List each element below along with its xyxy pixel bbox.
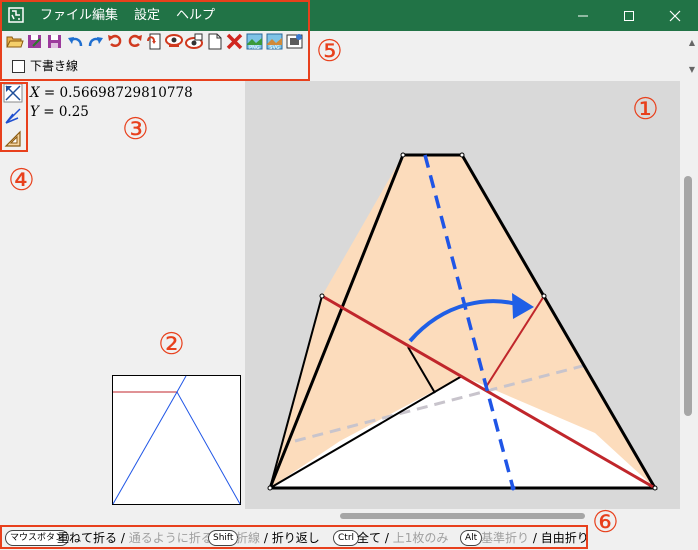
close-button[interactable] bbox=[652, 0, 698, 31]
x-value: = 0.56698729810778 bbox=[43, 85, 193, 101]
annotation-number-1: ① bbox=[632, 92, 659, 127]
origami-canvas[interactable] bbox=[245, 81, 680, 509]
toolbar-scroll-down-icon[interactable]: ▼ bbox=[689, 65, 695, 74]
vertical-scrollbar[interactable] bbox=[680, 81, 698, 509]
toolbar-scroll-up-icon[interactable]: ▲ bbox=[689, 38, 695, 47]
vertical-scroll-thumb[interactable] bbox=[684, 176, 692, 416]
maximize-button[interactable] bbox=[606, 0, 652, 31]
annotation-number-2: ② bbox=[158, 327, 185, 362]
annotation-box-6 bbox=[0, 525, 588, 549]
annotation-number-4: ④ bbox=[8, 163, 35, 198]
horizontal-scroll-thumb[interactable] bbox=[340, 513, 585, 519]
annotation-number-3: ③ bbox=[122, 112, 149, 147]
overview-map[interactable] bbox=[112, 375, 241, 505]
annotation-number-6: ⑥ bbox=[592, 505, 619, 540]
maximize-icon bbox=[624, 10, 634, 21]
annotation-box-5 bbox=[0, 0, 310, 81]
y-coordinate: Y = 0.25 bbox=[30, 104, 89, 120]
close-icon bbox=[669, 10, 681, 21]
app-window: ファイル 編集 設定 ヘルプ PNG SVG ▲ ▼ 下書き線 X = 0.56… bbox=[0, 0, 698, 550]
x-var: X bbox=[30, 85, 40, 101]
annotation-number-5: ⑤ bbox=[316, 34, 343, 69]
x-coordinate: X = 0.56698729810778 bbox=[30, 85, 193, 101]
origami-drawing[interactable] bbox=[245, 81, 680, 509]
annotation-box-4 bbox=[0, 82, 28, 152]
minimize-icon bbox=[578, 15, 588, 16]
y-value: = 0.25 bbox=[43, 104, 89, 120]
y-var: Y bbox=[30, 104, 39, 120]
minimize-button[interactable] bbox=[560, 0, 606, 31]
